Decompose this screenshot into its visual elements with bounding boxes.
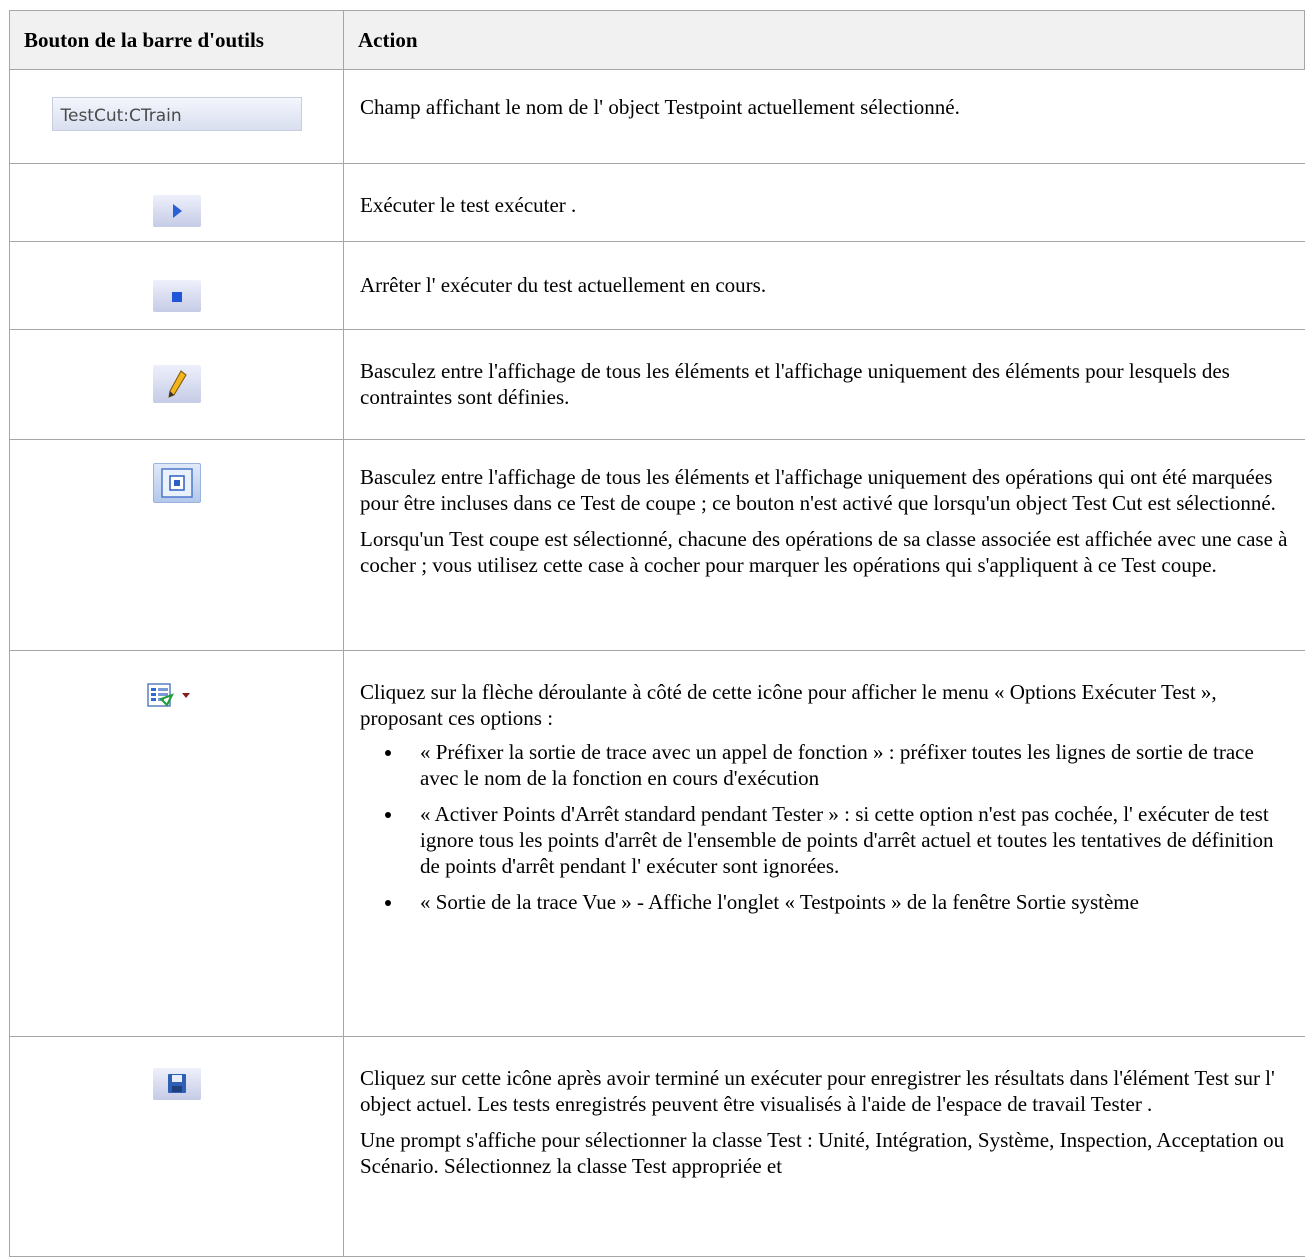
list-item: « Activer Points d'Arrêt standard pendan…: [404, 801, 1291, 879]
button-cell: [9, 1036, 344, 1257]
action-text: Basculez entre l'affichage de tous les é…: [360, 359, 1230, 409]
button-cell: [9, 241, 344, 330]
table-row: Cliquez sur cette icône après avoir term…: [9, 1036, 1305, 1257]
toolbar-buttons-table: Bouton de la barre d'outils Action TestC…: [9, 10, 1305, 1257]
table-row: Cliquez sur la flèche déroulante à côté …: [9, 650, 1305, 1037]
testpoint-name-field[interactable]: TestCut:CTrain: [51, 97, 302, 131]
options-list: « Préfixer la sortie de trace avec un ap…: [360, 739, 1291, 915]
action-text: Lorsqu'un Test coupe est sélectionné, ch…: [360, 527, 1288, 577]
action-text: Cliquez sur cette icône après avoir term…: [360, 1066, 1275, 1116]
button-cell: TestCut:CTrain: [9, 69, 344, 164]
action-cell: Arrêter l' exécuter du test actuellement…: [343, 241, 1305, 330]
action-cell: Cliquez sur la flèche déroulante à côté …: [343, 650, 1305, 1037]
action-text: Arrêter l' exécuter du test actuellement…: [360, 273, 767, 297]
action-cell: Basculez entre l'affichage de tous les é…: [343, 329, 1305, 440]
button-cell: [9, 163, 344, 242]
table-header-row: Bouton de la barre d'outils Action: [9, 10, 1305, 70]
table-row: Arrêter l' exécuter du test actuellement…: [9, 241, 1305, 330]
action-cell: Basculez entre l'affichage de tous les é…: [343, 439, 1305, 651]
column-header-action: Action: [343, 10, 1305, 70]
table-row: Exécuter le test exécuter .: [9, 163, 1305, 242]
action-text: Champ affichant le nom de l' object Test…: [360, 95, 960, 119]
action-text: Cliquez sur la flèche déroulante à côté …: [360, 680, 1217, 730]
action-text: Une prompt s'affiche pour sélectionner l…: [360, 1128, 1285, 1178]
toggle-frame-icon[interactable]: [152, 463, 201, 503]
button-cell: [9, 329, 344, 440]
table-row: Basculez entre l'affichage de tous les é…: [9, 439, 1305, 651]
button-cell: [9, 439, 344, 651]
table-row: TestCut:CTrain Champ affichant le nom de…: [9, 69, 1305, 164]
save-icon[interactable]: [152, 1068, 201, 1100]
action-cell: Cliquez sur cette icône après avoir term…: [343, 1036, 1305, 1257]
pencil-icon[interactable]: [152, 365, 201, 403]
button-cell: [9, 650, 344, 1037]
list-item: « Sortie de la trace Vue » - Affiche l'o…: [404, 889, 1291, 915]
options-dropdown-icon[interactable]: [142, 678, 212, 718]
table-row: Basculez entre l'affichage de tous les é…: [9, 329, 1305, 440]
column-header-button: Bouton de la barre d'outils: [9, 10, 344, 70]
action-cell: Champ affichant le nom de l' object Test…: [343, 69, 1305, 164]
action-text: Exécuter le test exécuter .: [360, 193, 577, 217]
action-text: Basculez entre l'affichage de tous les é…: [360, 465, 1276, 515]
stop-icon[interactable]: [152, 280, 201, 312]
action-cell: Exécuter le test exécuter .: [343, 163, 1305, 242]
list-item: « Préfixer la sortie de trace avec un ap…: [404, 739, 1291, 791]
run-play-icon[interactable]: [152, 195, 201, 227]
